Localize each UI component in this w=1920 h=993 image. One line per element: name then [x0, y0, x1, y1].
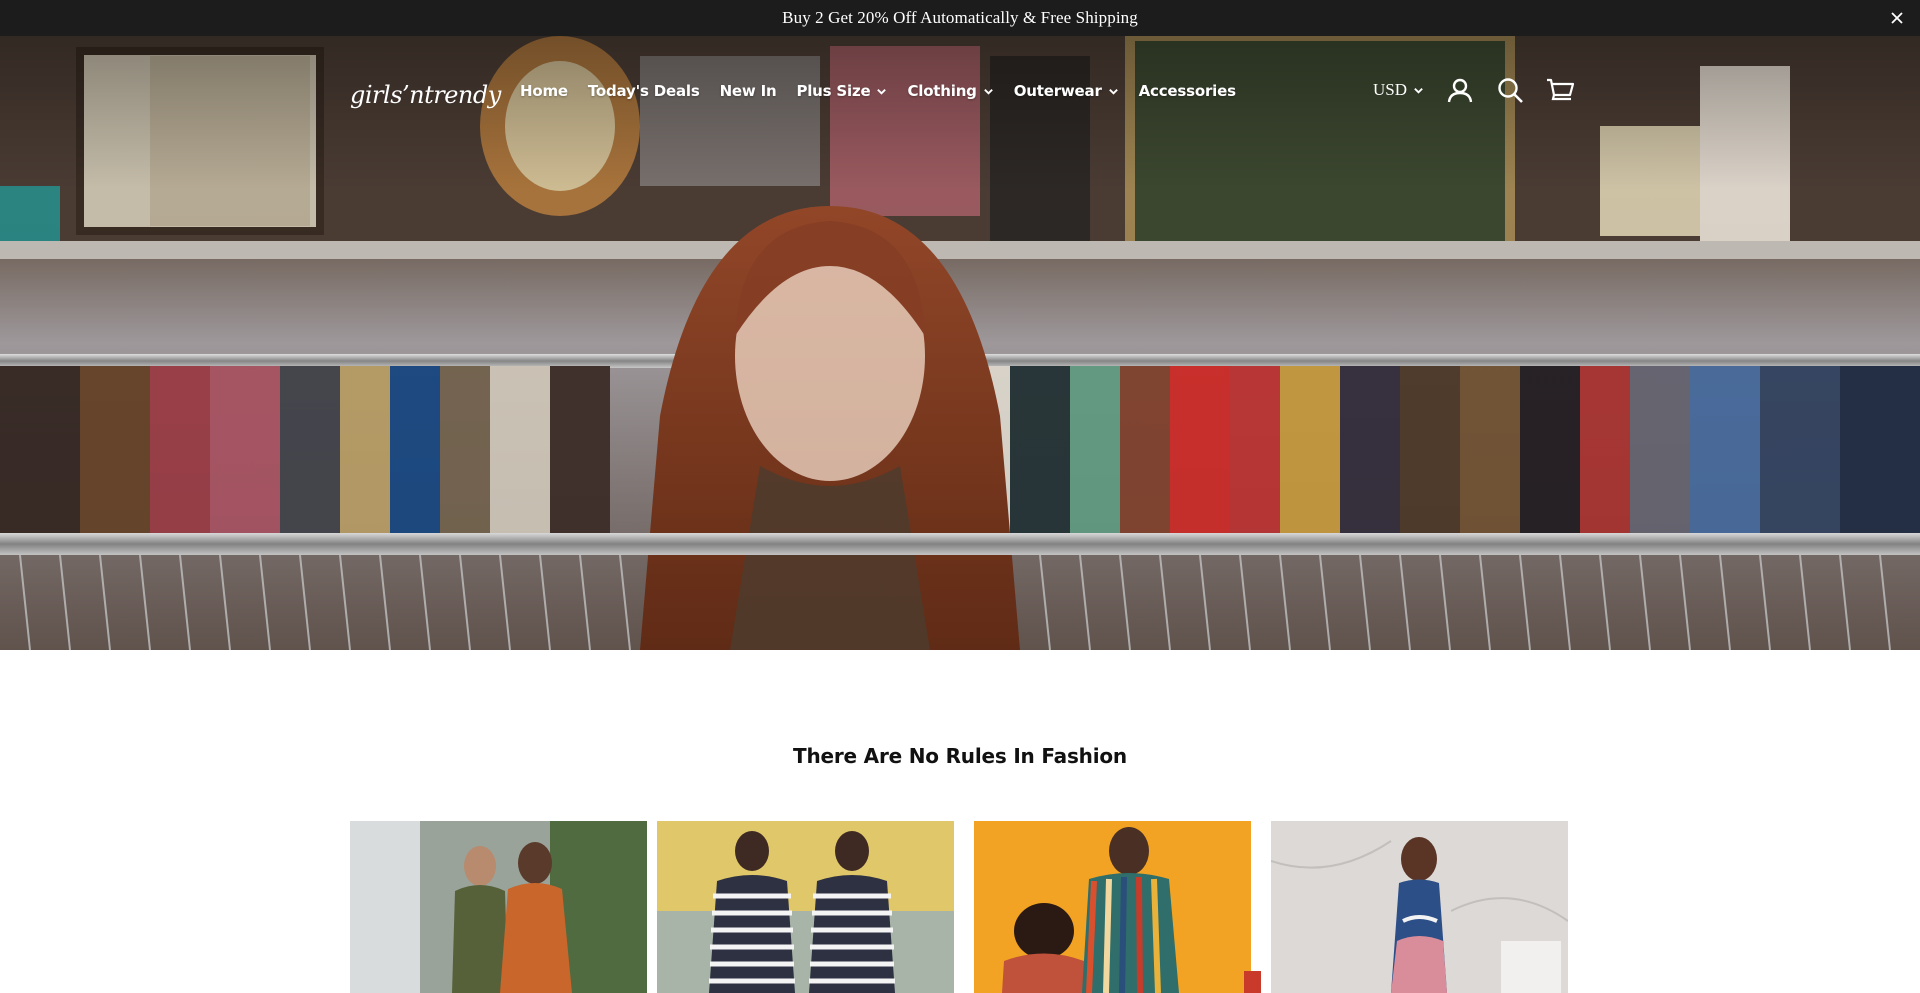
- nav-label: Outerwear: [1013, 82, 1102, 100]
- currency-label: USD: [1372, 80, 1407, 99]
- nav-item-clothing[interactable]: Clothing: [897, 82, 1003, 100]
- chevron-down-icon: [1414, 87, 1423, 94]
- section-title: There Are No Rules In Fashion: [793, 744, 1127, 768]
- site-header: girls’ntrendy Home Today's Deals New In …: [0, 36, 1920, 146]
- nav-item-home[interactable]: Home: [520, 82, 578, 100]
- nav-label: New In: [719, 82, 777, 100]
- collection-image: [964, 821, 1261, 993]
- collection-image: [657, 821, 954, 993]
- nav-label: Plus Size: [796, 82, 871, 100]
- chevron-down-icon: [877, 88, 887, 95]
- site-logo[interactable]: girls’ntrendy: [350, 74, 501, 116]
- nav-item-todays-deals[interactable]: Today's Deals: [578, 82, 710, 100]
- nav-item-new-in[interactable]: New In: [710, 82, 787, 100]
- nav-item-plus-size[interactable]: Plus Size: [786, 82, 897, 100]
- nav-item-accessories[interactable]: Accessories: [1129, 82, 1246, 100]
- logo-text: girls’ntrendy: [350, 81, 501, 109]
- collection-grid: [350, 821, 1570, 993]
- announcement-bar: Buy 2 Get 20% Off Automatically & Free S…: [0, 0, 1920, 36]
- main-nav: Home Today's Deals New In Plus Size Clot…: [520, 82, 1246, 100]
- chevron-down-icon: [983, 88, 993, 95]
- collection-card[interactable]: [964, 821, 1261, 993]
- chevron-down-icon: [1108, 88, 1118, 95]
- header-actions: USD: [1373, 76, 1574, 104]
- collection-card[interactable]: [350, 821, 647, 993]
- collection-image: [1271, 821, 1568, 993]
- collection-card[interactable]: [657, 821, 954, 993]
- nav-label: Today's Deals: [587, 82, 700, 100]
- collection-card[interactable]: [1271, 821, 1568, 993]
- nav-label: Home: [520, 82, 568, 100]
- cart-icon[interactable]: [1546, 76, 1574, 104]
- account-icon[interactable]: [1446, 76, 1474, 104]
- search-icon[interactable]: [1496, 76, 1524, 104]
- currency-selector[interactable]: USD: [1373, 80, 1424, 100]
- close-icon[interactable]: [1888, 9, 1906, 27]
- nav-label: Accessories: [1138, 82, 1236, 100]
- collection-image: [350, 821, 647, 993]
- nav-item-outerwear[interactable]: Outerwear: [1004, 82, 1129, 100]
- announcement-text: Buy 2 Get 20% Off Automatically & Free S…: [782, 8, 1138, 27]
- nav-label: Clothing: [907, 82, 977, 100]
